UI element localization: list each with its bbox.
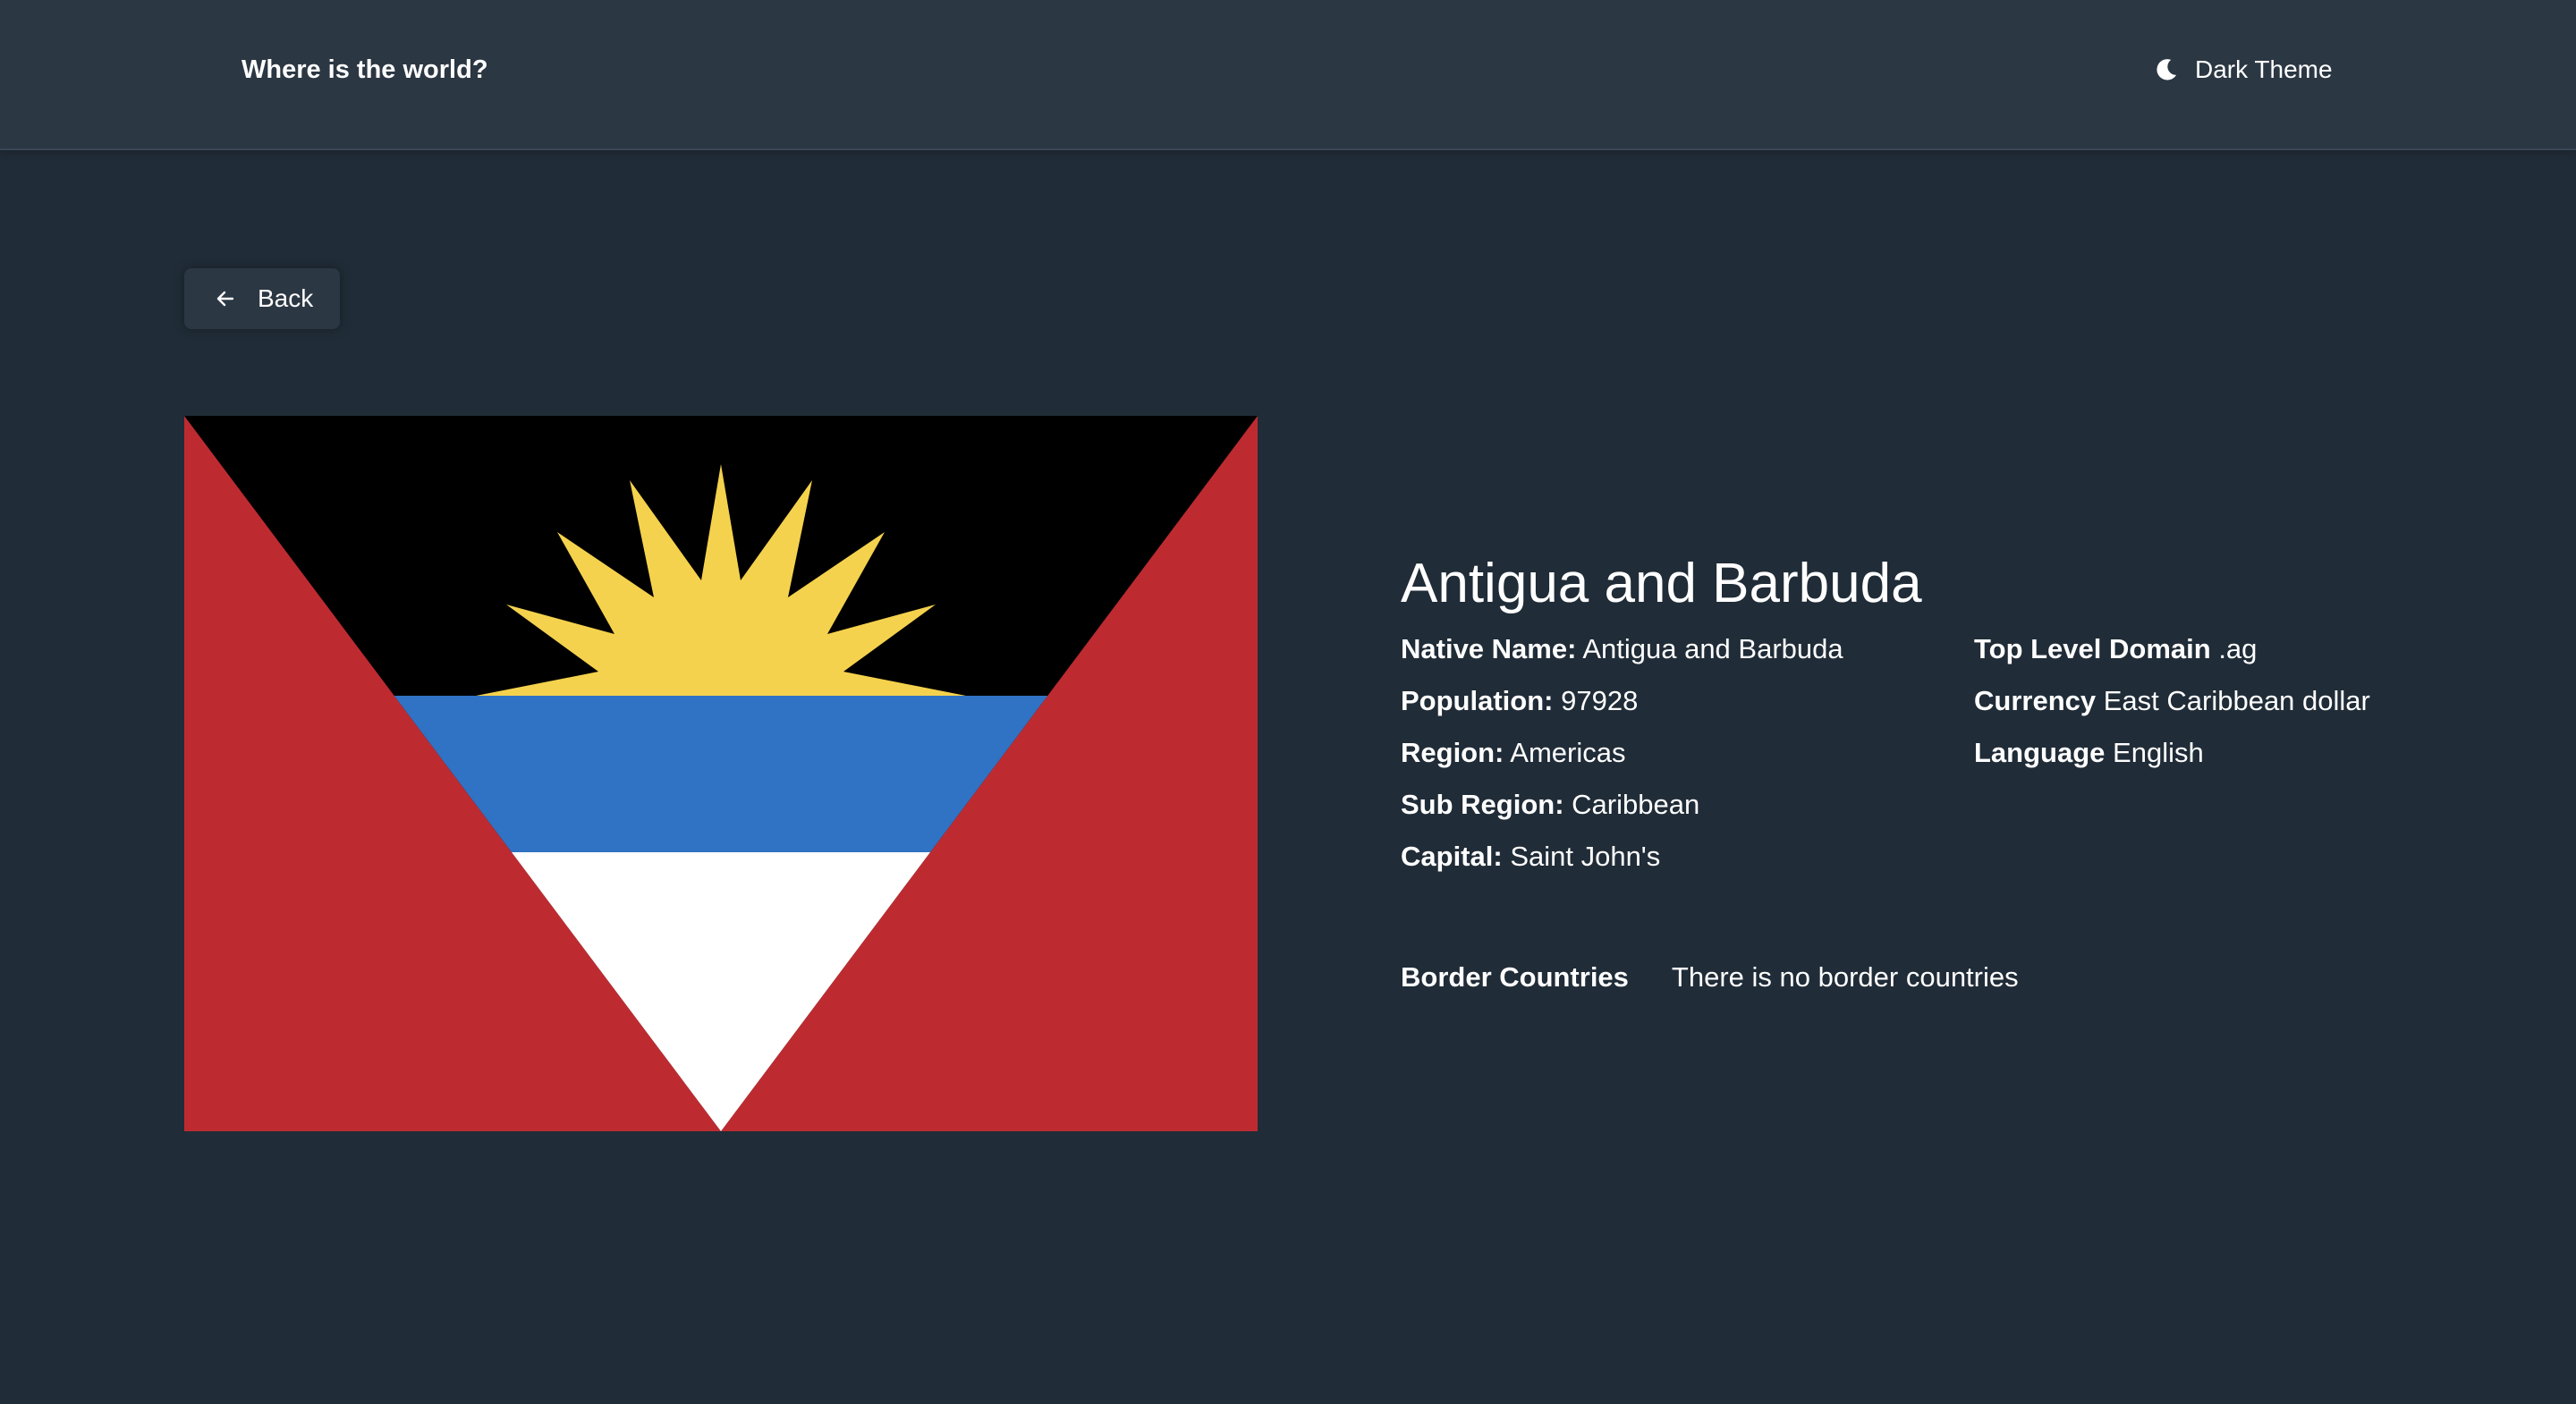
detail-top-level-domain: Top Level Domain .ag [1974,633,2258,664]
country-flag-image [184,416,1258,1131]
details-left-column: Native Name: Antigua and Barbuda Populat… [1401,623,1843,883]
theme-toggle-label: Dark Theme [2195,55,2333,83]
detail-sub-region: Sub Region: Caribbean [1401,789,1700,820]
detail-population: Population: 97928 [1401,685,1639,716]
border-countries-label: Border Countries [1401,961,1629,993]
detail-language: Language English [1974,737,2204,768]
detail-currency: Currency East Caribbean dollar [1974,685,2370,716]
app-header: Where is the world? Dark Theme [0,0,2576,150]
back-button-label: Back [258,284,314,312]
detail-native-name: Native Name: Antigua and Barbuda [1401,633,1843,664]
detail-region: Region: Americas [1401,737,1626,768]
details-right-column: Top Level Domain .ag Currency East Carib… [1974,623,2370,779]
detail-capital: Capital: Saint John's [1401,841,1661,872]
moon-icon [2154,57,2179,82]
arrow-left-icon [216,291,234,307]
border-countries: Border Countries There is no border coun… [1401,952,2019,1003]
app-title: Where is the world? [242,55,488,84]
country-name: Antigua and Barbuda [1401,553,1922,614]
back-button[interactable]: Back [184,268,340,329]
border-countries-value: There is no border countries [1671,961,2019,993]
theme-toggle-button[interactable]: Dark Theme [2154,50,2333,89]
